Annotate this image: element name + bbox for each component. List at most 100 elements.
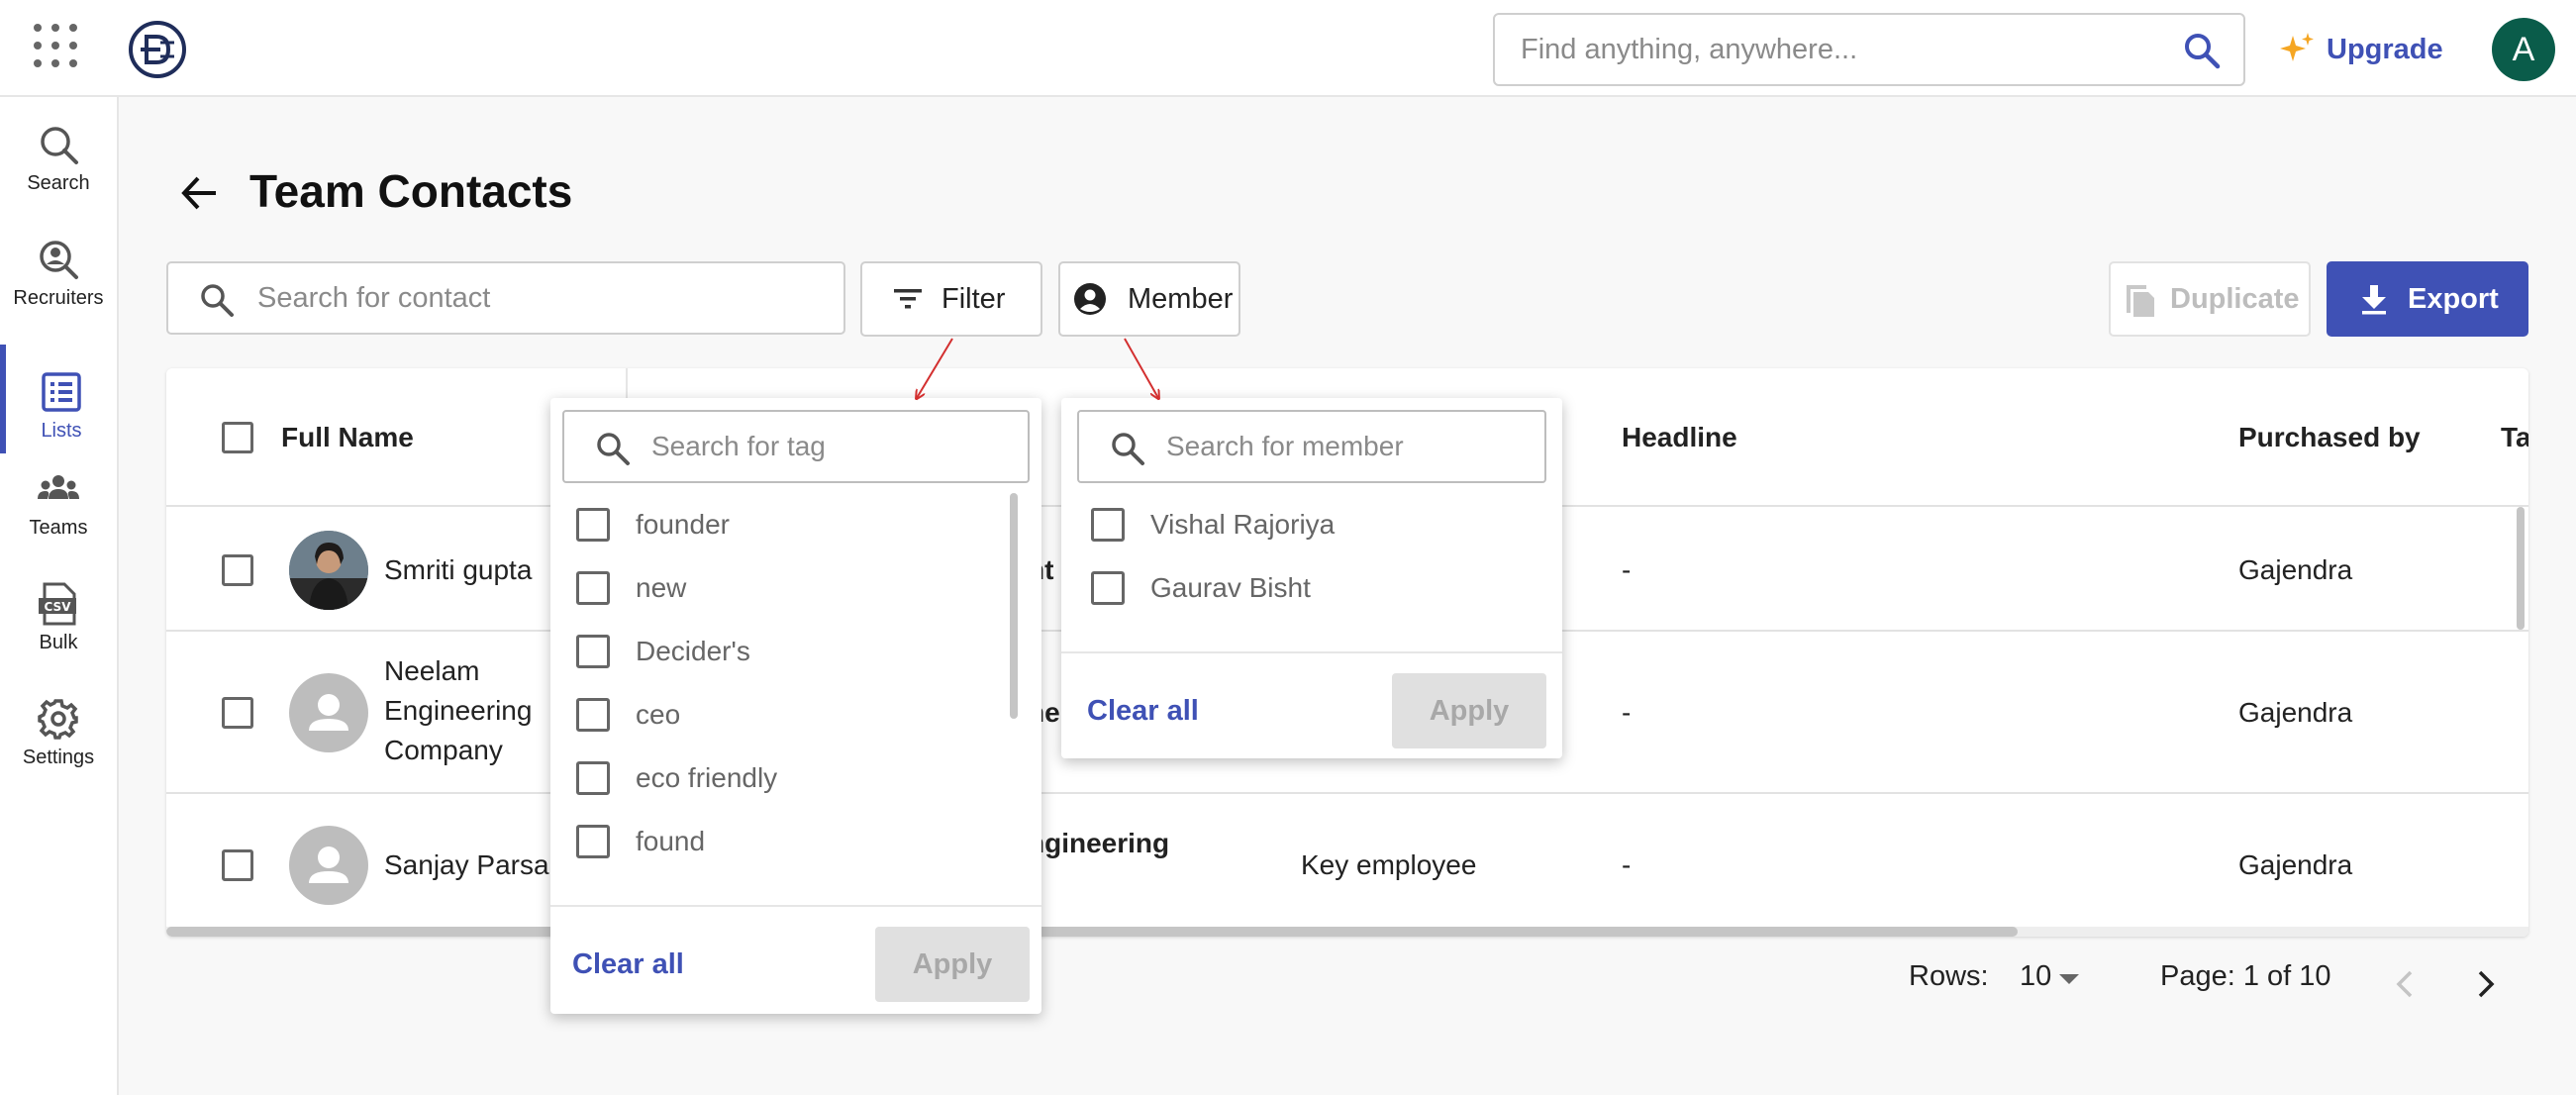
sidebar-item-teams[interactable]: Teams xyxy=(0,442,117,550)
sidebar-item-label: Recruiters xyxy=(13,287,104,309)
vertical-scrollbar[interactable] xyxy=(2517,507,2525,630)
sidebar-item-label: Search xyxy=(27,172,90,194)
purchased-by-cell: Gajendra xyxy=(2238,554,2353,585)
tag-option-label: Decider's xyxy=(636,636,750,666)
sidebar-item-lists[interactable]: Lists xyxy=(0,345,117,453)
filter-icon xyxy=(894,289,922,309)
column-header-headline[interactable]: Headline xyxy=(1622,368,1737,507)
copy-icon xyxy=(2127,285,2154,317)
avatar-placeholder xyxy=(289,673,368,752)
sidebar-item-recruiters[interactable]: Recruiters xyxy=(0,212,117,321)
member-search-box[interactable] xyxy=(1077,410,1546,483)
tag-checkbox[interactable] xyxy=(576,635,610,668)
member-apply-button[interactable]: Apply xyxy=(1392,673,1546,748)
tag-checkbox[interactable] xyxy=(576,825,610,858)
tag-checkbox[interactable] xyxy=(576,761,610,795)
top-bar: Upgrade A xyxy=(0,0,2576,97)
tag-option-label: found xyxy=(636,826,706,856)
gear-icon xyxy=(38,699,78,740)
member-checkbox[interactable] xyxy=(1091,571,1125,605)
recruiter-search-icon xyxy=(40,241,78,279)
sidebar-item-search[interactable]: Search xyxy=(0,97,117,206)
member-option[interactable]: Vishal Rajoriya xyxy=(1091,505,1335,545)
sidebar-item-label: Settings xyxy=(22,747,95,768)
dropdown-arrow-icon[interactable] xyxy=(2059,974,2079,984)
tag-clear-all-button[interactable]: Clear all xyxy=(572,948,684,981)
column-header-purchased-by[interactable]: Purchased by xyxy=(2238,368,2421,507)
sidebar: Search Recruiters Lists Teams CSV Bulk S… xyxy=(0,97,119,1095)
tag-checkbox[interactable] xyxy=(576,571,610,605)
sidebar-item-label: Teams xyxy=(29,517,88,539)
contact-name[interactable]: Smriti gupta xyxy=(384,548,532,592)
sidebar-item-bulk[interactable]: CSV Bulk xyxy=(0,556,117,665)
list-icon xyxy=(42,372,81,412)
purchased-by-cell: Gajendra xyxy=(2238,849,2353,880)
contact-name[interactable]: Sanjay Parsa xyxy=(384,844,549,887)
filter-button[interactable]: Filter xyxy=(860,261,1042,337)
duplicate-label: Duplicate xyxy=(2170,282,2300,315)
contact-search-input[interactable] xyxy=(257,263,812,333)
row-checkbox[interactable] xyxy=(222,554,253,586)
member-option[interactable]: Gaurav Bisht xyxy=(1091,568,1311,608)
apps-grid-icon[interactable] xyxy=(34,24,77,67)
column-header-tags[interactable]: Ta xyxy=(2501,368,2528,507)
contact-name-line: Company xyxy=(384,735,503,765)
user-avatar[interactable]: A xyxy=(2492,18,2555,81)
tag-search-box[interactable] xyxy=(562,410,1030,483)
member-checkbox[interactable] xyxy=(1091,508,1125,542)
export-button[interactable]: Export xyxy=(2327,261,2528,337)
export-label: Export xyxy=(2408,282,2499,315)
global-search-input[interactable] xyxy=(1521,15,2154,84)
headline-cell: - xyxy=(1622,849,1632,880)
row-checkbox[interactable] xyxy=(222,849,253,881)
column-header-full-name[interactable]: Full Name xyxy=(281,368,414,507)
contact-photo xyxy=(289,531,368,610)
download-icon xyxy=(2362,285,2386,315)
tag-apply-button[interactable]: Apply xyxy=(875,927,1030,1002)
page-indicator: Page: 1 of 10 xyxy=(2160,960,2331,992)
tag-option[interactable]: eco friendly xyxy=(576,758,777,798)
tag-option[interactable]: Decider's xyxy=(576,632,750,671)
contact-name[interactable]: Neelam Engineering Company xyxy=(384,651,532,770)
panel-divider xyxy=(1061,651,1562,653)
panel-divider xyxy=(550,905,1041,907)
horizontal-scrollbar-thumb[interactable] xyxy=(166,927,2018,937)
search-icon xyxy=(201,284,234,317)
csv-file-icon: CSV xyxy=(39,582,76,626)
tag-option-label: new xyxy=(636,572,687,603)
tag-option[interactable]: founder xyxy=(576,505,730,545)
app-logo[interactable] xyxy=(127,19,188,80)
member-search-input[interactable] xyxy=(1166,412,1513,481)
next-page-icon[interactable] xyxy=(2465,964,2505,1004)
tag-list-scrollbar[interactable] xyxy=(1010,493,1018,719)
tag-search-input[interactable] xyxy=(651,412,998,481)
select-all-checkbox[interactable] xyxy=(222,422,253,453)
sidebar-item-settings[interactable]: Settings xyxy=(0,671,117,780)
search-icon[interactable] xyxy=(2182,31,2222,70)
member-option-label: Vishal Rajoriya xyxy=(1150,509,1336,540)
filter-label: Filter xyxy=(941,282,1006,315)
global-search-box[interactable] xyxy=(1493,13,2245,86)
tag-option-label: eco friendly xyxy=(636,762,778,793)
row-checkbox[interactable] xyxy=(222,697,253,729)
sidebar-item-label: Lists xyxy=(41,420,82,442)
duplicate-button[interactable]: Duplicate xyxy=(2109,261,2311,337)
tag-checkbox[interactable] xyxy=(576,508,610,542)
rows-per-page-label: Rows: xyxy=(1909,960,1989,992)
tag-option[interactable]: ceo xyxy=(576,695,680,735)
tag-checkbox[interactable] xyxy=(576,698,610,732)
upgrade-label: Upgrade xyxy=(2327,33,2443,65)
upgrade-button[interactable]: Upgrade xyxy=(2277,26,2443,73)
rows-per-page-select[interactable]: 10 xyxy=(2020,960,2051,993)
job-title-cell: Key employee xyxy=(1301,849,1477,880)
groups-icon xyxy=(38,475,79,499)
member-button[interactable]: Member xyxy=(1058,261,1240,337)
tag-option[interactable]: new xyxy=(576,568,686,608)
sidebar-item-label: Bulk xyxy=(39,632,78,653)
previous-page-icon[interactable] xyxy=(2386,964,2426,1004)
member-clear-all-button[interactable]: Clear all xyxy=(1087,695,1199,728)
tag-option[interactable]: found xyxy=(576,822,705,861)
contact-search-box[interactable] xyxy=(166,261,845,335)
row-divider xyxy=(166,792,2528,794)
back-arrow-icon[interactable] xyxy=(176,170,222,216)
